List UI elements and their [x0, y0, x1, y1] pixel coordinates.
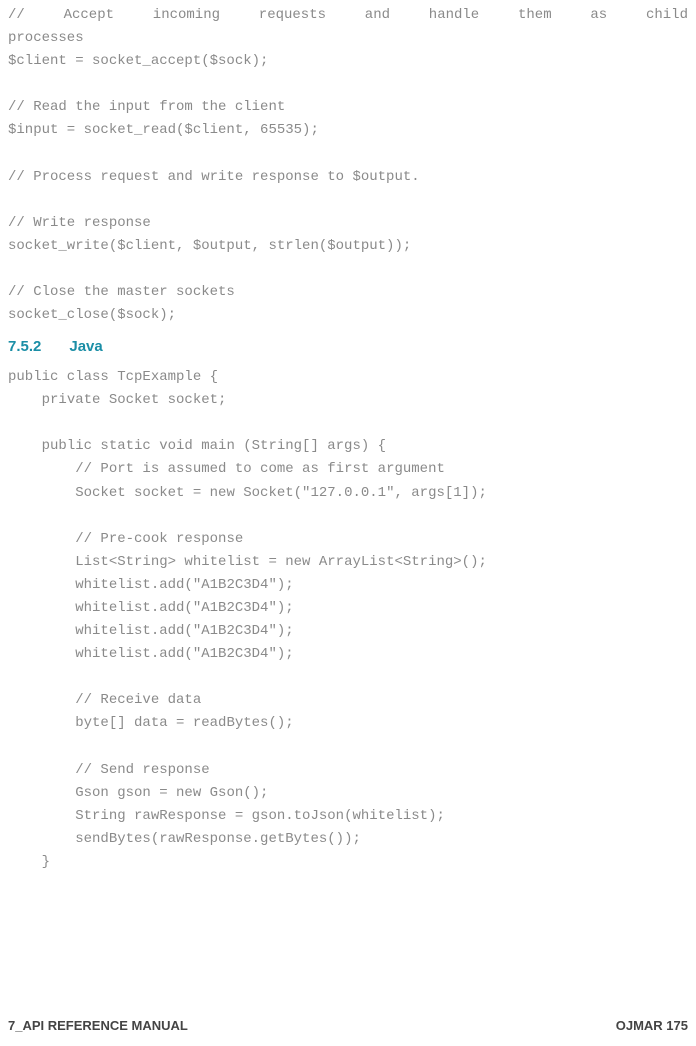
heading-number: 7.5.2	[8, 338, 41, 355]
php-blank-2	[8, 143, 688, 166]
java-code-line-17: sendBytes(rawResponse.getBytes());	[8, 828, 688, 851]
java-code-line-5: Socket socket = new Socket("127.0.0.1", …	[8, 482, 688, 505]
php-code-line-5: $input = socket_read($client, 65535);	[8, 119, 688, 142]
footer-left: 7_API REFERENCE MANUAL	[8, 1015, 188, 1036]
java-code-line-4: // Port is assumed to come as first argu…	[8, 458, 688, 481]
php-code-line-4: // Read the input from the client	[8, 96, 688, 119]
php-blank-3	[8, 189, 688, 212]
java-code-line-18: }	[8, 851, 688, 874]
java-code-line-14: // Send response	[8, 759, 688, 782]
java-blank-4	[8, 736, 688, 759]
php-code-line-10: socket_close($sock);	[8, 304, 688, 327]
java-code-line-11: whitelist.add("A1B2C3D4");	[8, 643, 688, 666]
php-code-line-7: // Write response	[8, 212, 688, 235]
java-blank-1	[8, 412, 688, 435]
page-footer: 7_API REFERENCE MANUAL OJMAR 175	[8, 1015, 688, 1036]
java-code-line-8: whitelist.add("A1B2C3D4");	[8, 574, 688, 597]
java-code-line-16: String rawResponse = gson.toJson(whiteli…	[8, 805, 688, 828]
php-code-line-6: // Process request and write response to…	[8, 166, 688, 189]
java-code-line-13: byte[] data = readBytes();	[8, 712, 688, 735]
java-code-line-15: Gson gson = new Gson();	[8, 782, 688, 805]
php-blank-4	[8, 258, 688, 281]
heading-title: Java	[69, 338, 102, 355]
java-code-line-2: private Socket socket;	[8, 389, 688, 412]
footer-right: OJMAR 175	[616, 1015, 688, 1036]
java-code-line-1: public class TcpExample {	[8, 366, 688, 389]
php-code-line-9: // Close the master sockets	[8, 281, 688, 304]
java-code-line-6: // Pre-cook response	[8, 528, 688, 551]
php-code-line-8: socket_write($client, $output, strlen($o…	[8, 235, 688, 258]
java-code-line-12: // Receive data	[8, 689, 688, 712]
php-code-line-3: $client = socket_accept($sock);	[8, 50, 688, 73]
java-code-line-7: List<String> whitelist = new ArrayList<S…	[8, 551, 688, 574]
java-blank-2	[8, 505, 688, 528]
java-blank-3	[8, 666, 688, 689]
section-heading: 7.5.2 Java	[8, 335, 688, 360]
java-code-line-9: whitelist.add("A1B2C3D4");	[8, 597, 688, 620]
java-code-line-10: whitelist.add("A1B2C3D4");	[8, 620, 688, 643]
php-blank-1	[8, 73, 688, 96]
php-code-line-1: // Accept incoming requests and handle t…	[8, 4, 688, 27]
java-code-line-3: public static void main (String[] args) …	[8, 435, 688, 458]
php-code-line-2: processes	[8, 27, 688, 50]
